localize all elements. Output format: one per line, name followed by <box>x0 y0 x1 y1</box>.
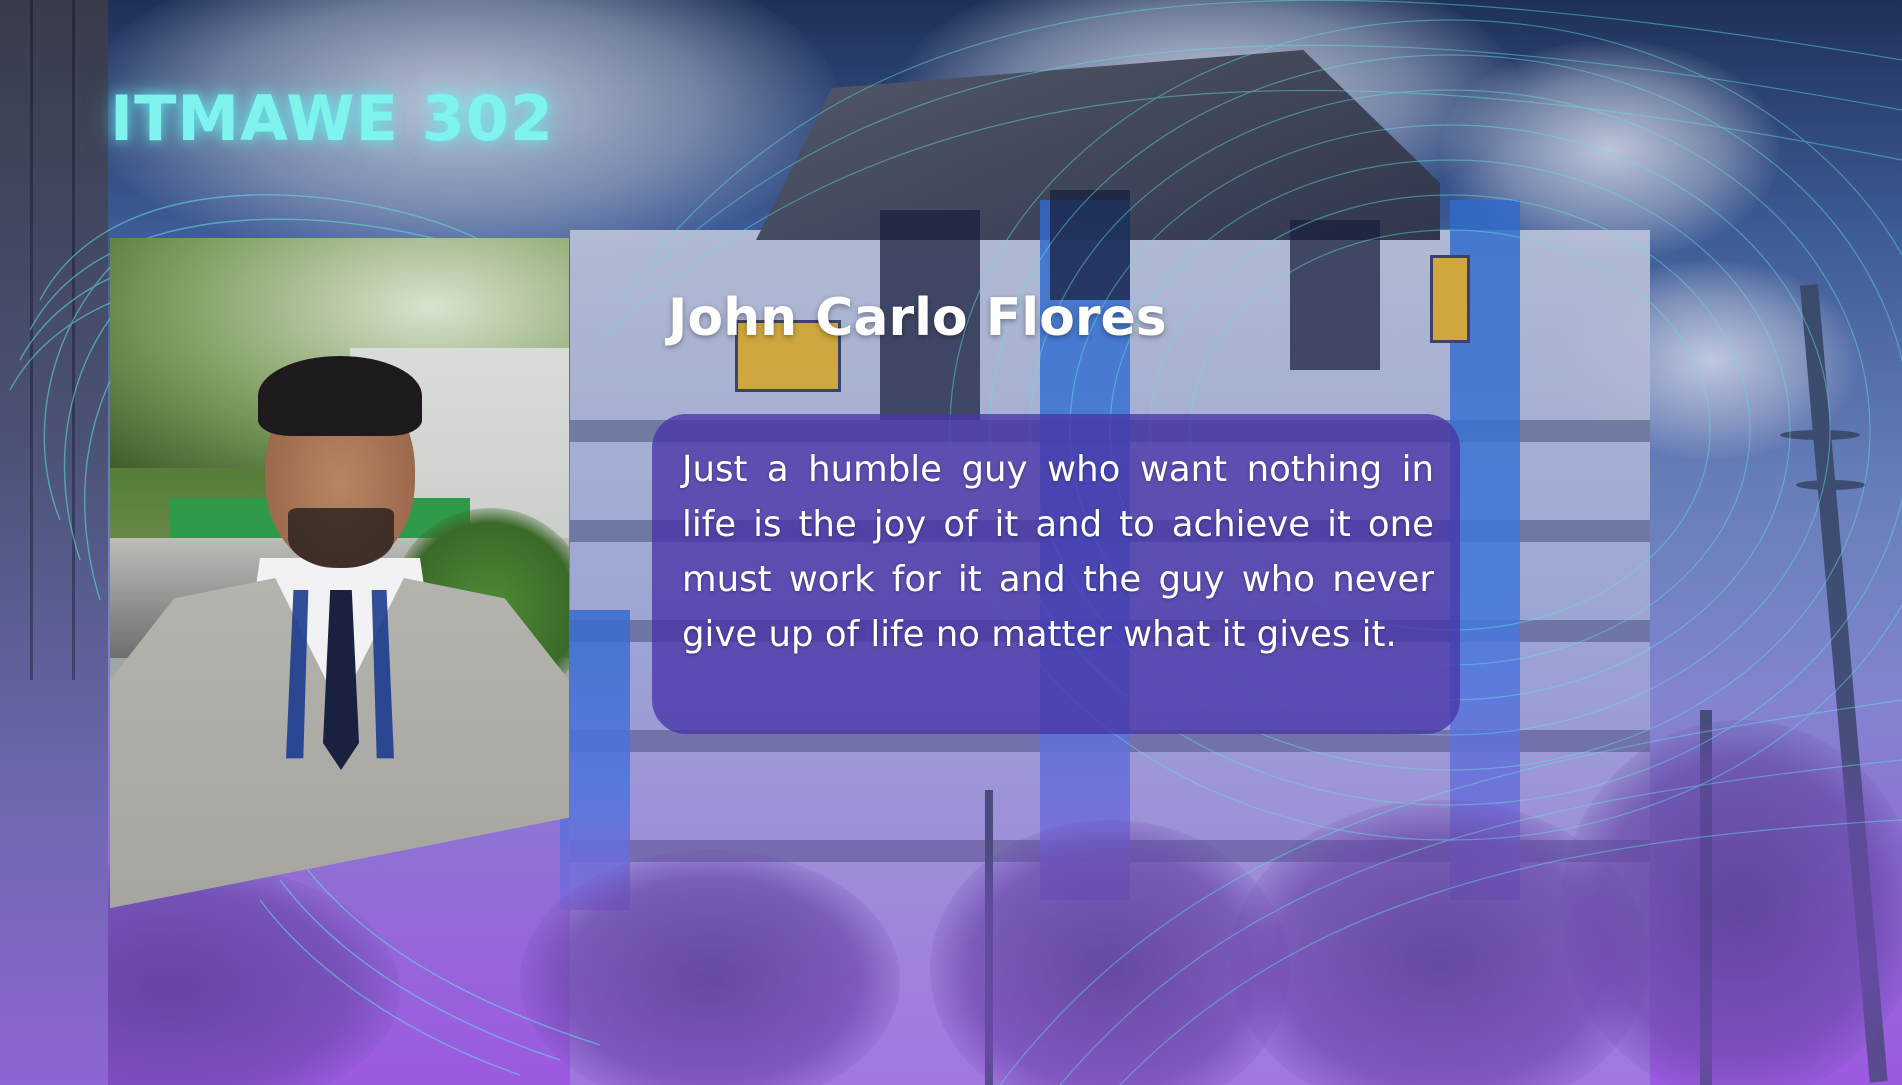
tower-edge-line <box>72 0 75 680</box>
building-window <box>1290 220 1380 370</box>
tower-edge-line <box>30 0 33 680</box>
sti-logo-icon <box>1430 255 1470 343</box>
left-tower <box>0 0 108 1085</box>
bio-text: Just a humble guy who want nothing in li… <box>682 449 1434 655</box>
street-lamp-head <box>1796 480 1866 490</box>
student-name: John Carlo Flores <box>668 288 1167 348</box>
course-title: ITMAWE 302 <box>110 82 554 155</box>
person-beard <box>288 508 394 568</box>
building-window <box>1050 190 1130 300</box>
person-hair <box>258 356 422 436</box>
street-lamp-head <box>1780 430 1860 440</box>
student-photo <box>110 238 569 908</box>
bio-card: Just a humble guy who want nothing in li… <box>652 414 1460 734</box>
profile-slide: ITMAWE 302 John Carlo Flores Just a humb… <box>0 0 1902 1085</box>
